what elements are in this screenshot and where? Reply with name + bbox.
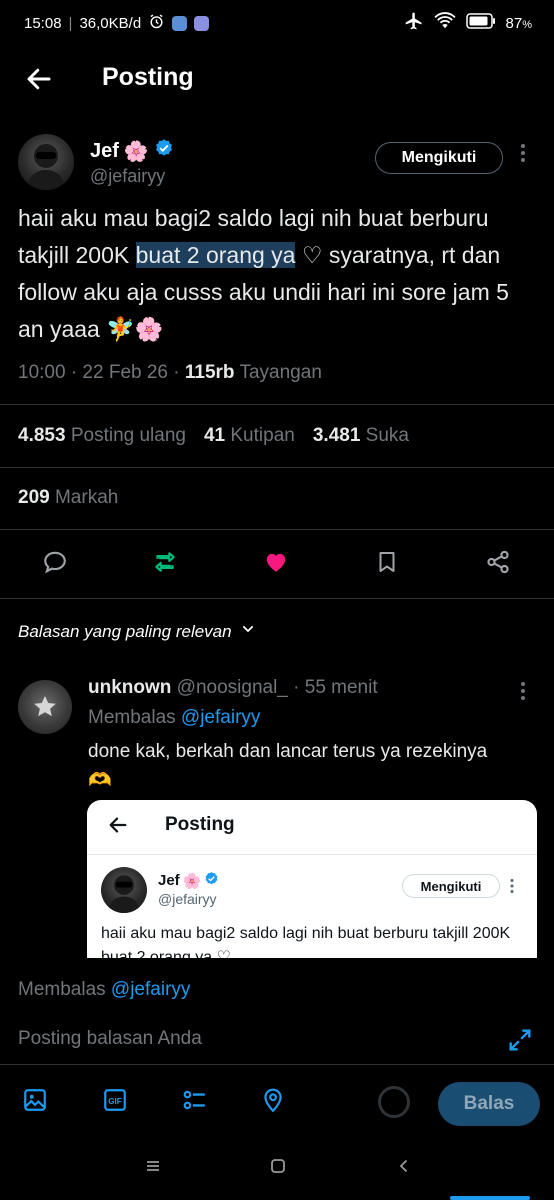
home-icon[interactable] [270, 1158, 286, 1179]
bookmarks-stat[interactable]: 209 Markah [18, 487, 118, 509]
reply-attached-image[interactable]: Posting Jef 🌸 @jefairyy Mengikuti haii a… [87, 800, 537, 960]
following-button[interactable]: Mengikuti [375, 142, 503, 174]
author-name[interactable]: Jef 🌸 [90, 138, 174, 164]
engagement-stats: 4.853 Posting ulang 41 Kutipan 3.481 Suk… [18, 425, 409, 447]
composer-replying-to: Membalas @jefairyy [18, 979, 191, 1000]
reply-author-name: unknown [88, 677, 172, 698]
tweet-timestamp: 10:00 · 22 Feb 26 · [18, 362, 185, 383]
network-speed: 36,0KB/d [79, 14, 142, 32]
page-title: Posting [102, 63, 194, 91]
wifi-icon [433, 12, 456, 34]
tweet-meta: 10:00 · 22 Feb 26 · 115rb Tayangan [18, 362, 322, 383]
likes-stat[interactable]: 3.481 Suka [313, 425, 409, 447]
like-icon[interactable] [259, 545, 293, 579]
replies-sort-label: Balasan yang paling relevan [18, 621, 232, 641]
system-nav-bar [0, 1140, 554, 1200]
airplane-icon [404, 11, 424, 35]
author-avatar[interactable] [18, 134, 74, 190]
embed-author-handle: @jefairyy [158, 891, 217, 907]
location-icon[interactable] [256, 1083, 290, 1117]
share-icon[interactable] [481, 545, 515, 579]
views-count: 115rb [184, 362, 235, 383]
app-notification-icon [172, 15, 188, 31]
reply-text: done kak, berkah dan lancar terus ya rez… [88, 741, 488, 791]
status-bar: 15:08 | 36,0KB/d 87% [0, 0, 554, 46]
embed-tweet-text: haii aku mau bagi2 saldo lagi nih buat b… [101, 925, 511, 960]
reply-more-options-icon[interactable] [520, 680, 526, 707]
reply-avatar[interactable] [18, 680, 72, 734]
more-options-icon[interactable] [520, 142, 526, 169]
author-emoji: 🌸 [123, 140, 149, 163]
divider [0, 598, 554, 599]
status-time: 15:08 [24, 14, 62, 32]
poll-icon[interactable] [178, 1083, 212, 1117]
reply-input[interactable]: Posting balasan Anda [18, 1028, 202, 1050]
divider [0, 529, 554, 530]
battery-icon [465, 13, 496, 33]
top-app-bar: Posting [0, 50, 554, 110]
divider [0, 467, 554, 468]
reply-send-button[interactable]: Balas [438, 1082, 540, 1126]
image-icon[interactable] [18, 1083, 52, 1117]
verified-badge-icon [154, 138, 174, 164]
gesture-indicator [450, 1196, 530, 1200]
embed-avatar [101, 867, 147, 913]
bookmark-icon[interactable] [370, 545, 404, 579]
expand-icon[interactable] [506, 1026, 534, 1059]
tweet-text: haii aku mau bagi2 saldo lagi nih buat b… [18, 205, 509, 342]
embed-following-button: Mengikuti [402, 874, 500, 898]
divider [0, 404, 554, 405]
app-notification-icon-2 [194, 15, 210, 31]
embed-author-name: Jef 🌸 [158, 871, 219, 890]
alarm-icon [148, 13, 165, 34]
quotes-stat[interactable]: 41 Kutipan [204, 425, 295, 447]
chevron-down-icon [240, 621, 256, 642]
svg-text:GIF: GIF [108, 1097, 122, 1106]
back-arrow-icon[interactable] [24, 64, 54, 94]
replies-sort-dropdown[interactable]: Balasan yang paling relevan [18, 621, 256, 642]
tweet-action-bar [0, 545, 554, 585]
selected-text: buat 2 orang ya [135, 242, 296, 268]
embed-title: Posting [165, 814, 235, 835]
author-display-name: Jef [90, 139, 119, 162]
reply-replying-to: Membalas @jefairyy [88, 707, 261, 728]
composer-replying-handle[interactable]: @jefairyy [111, 979, 190, 1000]
retweet-icon[interactable] [148, 545, 182, 579]
embed-more-icon [510, 878, 514, 899]
reply-icon[interactable] [38, 545, 72, 579]
gif-icon[interactable]: GIF [98, 1083, 132, 1117]
embed-back-arrow-icon [107, 814, 129, 841]
reposts-stat[interactable]: 4.853 Posting ulang [18, 425, 186, 447]
reply-author[interactable]: unknown @noosignal_ · 55 menit [88, 677, 378, 699]
reply-handle-time: @noosignal_ · 55 menit [171, 677, 378, 698]
recent-apps-icon[interactable] [145, 1158, 161, 1179]
battery-level: 87 [505, 14, 523, 32]
replying-to-link[interactable]: @jefairyy [181, 707, 260, 728]
character-count-ring [378, 1086, 410, 1118]
back-icon[interactable] [396, 1158, 412, 1179]
embed-verified-badge-icon [204, 871, 219, 890]
author-handle[interactable]: @jefairyy [90, 166, 165, 187]
